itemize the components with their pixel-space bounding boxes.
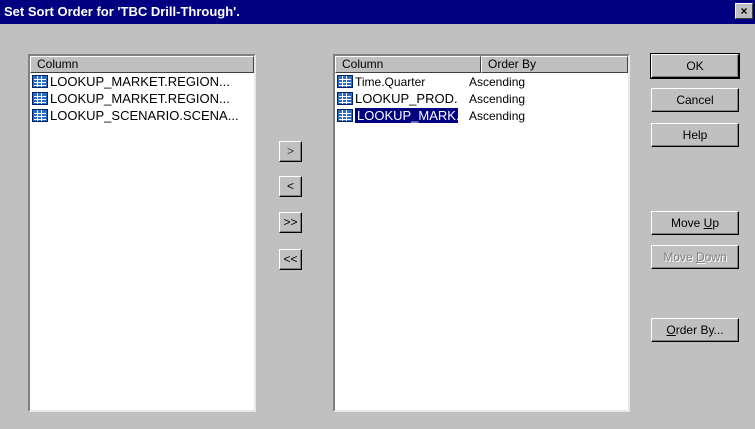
- list-item[interactable]: LOOKUP_MARKET.REGION...: [30, 73, 254, 90]
- move-down-button[interactable]: Move Down: [651, 245, 739, 269]
- column-header[interactable]: Column: [335, 56, 481, 73]
- table-row[interactable]: LOOKUP_PROD... Ascending: [335, 90, 628, 107]
- ok-button[interactable]: OK: [650, 53, 740, 79]
- available-columns-list[interactable]: Column LOOKUP_MARKET.REGION... LOOKUP_MA…: [28, 54, 256, 412]
- table-column-icon: [32, 75, 48, 88]
- dialog-title: Set Sort Order for 'TBC Drill-Through'.: [4, 4, 240, 19]
- table-column-icon: [32, 92, 48, 105]
- list-item[interactable]: LOOKUP_SCENARIO.SCENA...: [30, 107, 254, 124]
- order-by-header[interactable]: Order By: [481, 56, 628, 73]
- table-row-selected[interactable]: LOOKUP_MARK... Ascending: [335, 107, 628, 124]
- right-list-header: Column Order By: [335, 56, 628, 73]
- table-row[interactable]: Time.Quarter Ascending: [335, 73, 628, 90]
- table-column-icon: [32, 109, 48, 122]
- close-button[interactable]: ×: [735, 3, 753, 19]
- cancel-button[interactable]: Cancel: [651, 88, 739, 112]
- left-list-header: Column: [30, 56, 254, 73]
- remove-all-columns-button[interactable]: <<: [279, 249, 302, 270]
- sort-order-list[interactable]: Column Order By Time.Quarter Ascending L…: [333, 54, 630, 412]
- add-column-button[interactable]: >: [279, 141, 302, 162]
- table-column-icon: [337, 92, 353, 105]
- order-by-button[interactable]: Order By...: [651, 318, 739, 342]
- move-up-button[interactable]: Move Up: [651, 211, 739, 235]
- list-item[interactable]: LOOKUP_MARKET.REGION...: [30, 90, 254, 107]
- table-column-icon: [337, 75, 353, 88]
- remove-column-button[interactable]: <: [279, 176, 302, 197]
- add-all-columns-button[interactable]: >>: [279, 212, 302, 233]
- title-bar: Set Sort Order for 'TBC Drill-Through'. …: [0, 0, 755, 24]
- column-header[interactable]: Column: [30, 56, 254, 73]
- help-button[interactable]: Help: [651, 123, 739, 147]
- table-column-icon: [337, 109, 353, 122]
